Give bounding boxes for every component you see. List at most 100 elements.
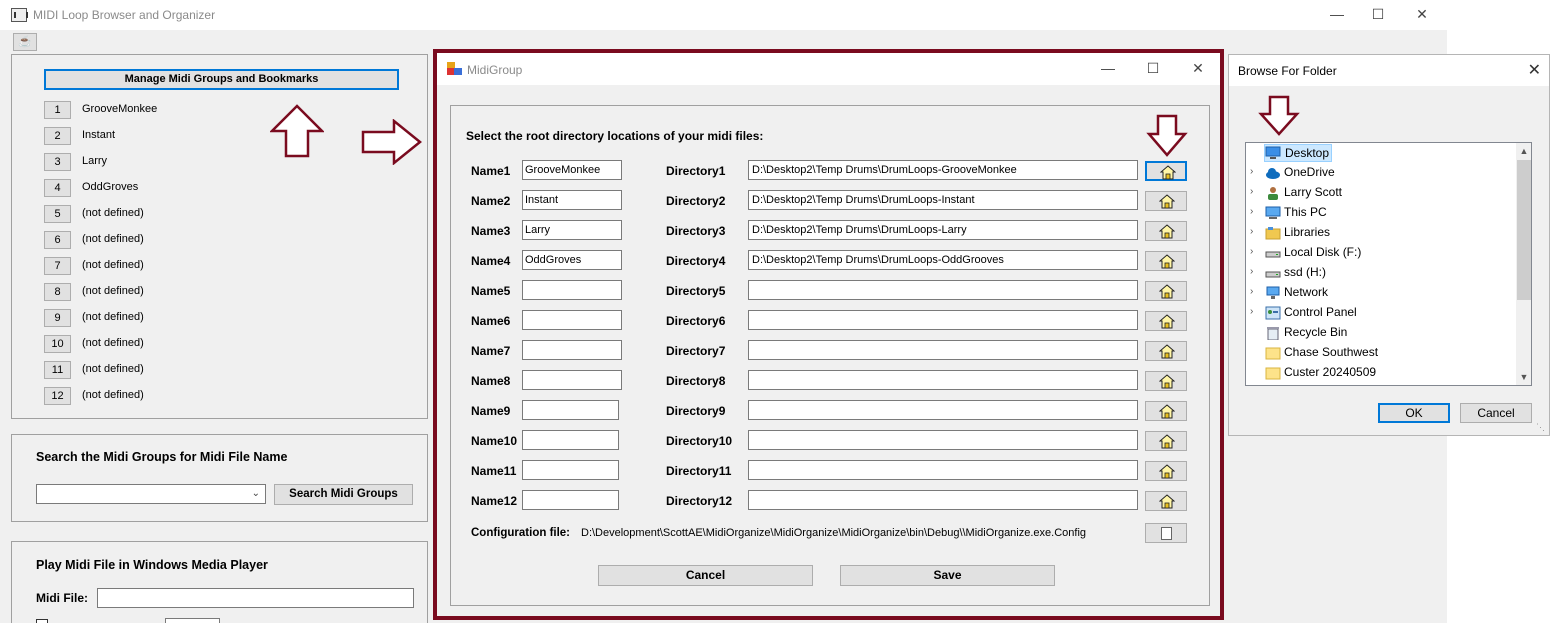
tree-item[interactable]: › Local Disk (F:)	[1246, 243, 1516, 263]
chevron-right-icon[interactable]: ›	[1250, 206, 1253, 217]
play-spinner[interactable]	[165, 618, 220, 623]
name-input[interactable]	[522, 400, 619, 420]
directory-input[interactable]	[748, 490, 1138, 510]
browse-folder-button[interactable]	[1145, 281, 1187, 301]
group-number-button[interactable]: 7	[44, 257, 71, 275]
name-input[interactable]	[522, 310, 622, 330]
name-input[interactable]	[522, 430, 619, 450]
manage-groups-button[interactable]: Manage Midi Groups and Bookmarks	[44, 69, 399, 90]
tree-item[interactable]: Chase Southwest	[1246, 343, 1516, 363]
name-input[interactable]: OddGroves	[522, 250, 622, 270]
browse-folder-button[interactable]	[1145, 161, 1187, 181]
folder-icon	[1265, 366, 1281, 380]
tree-item[interactable]: › Network	[1246, 283, 1516, 303]
group-number-button[interactable]: 12	[44, 387, 71, 405]
group-number-button[interactable]: 6	[44, 231, 71, 249]
dialog-close-button[interactable]: ✕	[1186, 58, 1210, 78]
browse-cancel-button[interactable]: Cancel	[1460, 403, 1532, 423]
name-input[interactable]	[522, 340, 622, 360]
group-number-button[interactable]: 2	[44, 127, 71, 145]
name-input[interactable]	[522, 460, 619, 480]
chevron-right-icon[interactable]: ›	[1250, 246, 1253, 257]
chevron-right-icon[interactable]: ›	[1250, 186, 1253, 197]
tree-item[interactable]: Desktop	[1246, 143, 1516, 163]
scroll-thumb[interactable]	[1517, 160, 1531, 300]
directory-input[interactable]	[748, 340, 1138, 360]
directory-label: Directory11	[666, 464, 732, 478]
search-groups-button[interactable]: Search Midi Groups	[274, 484, 413, 505]
tree-item[interactable]: Custer 20240509	[1246, 363, 1516, 383]
play-checkbox[interactable]	[36, 619, 48, 623]
browse-folder-button[interactable]	[1145, 341, 1187, 361]
name-input[interactable]	[522, 370, 622, 390]
directory-input[interactable]	[748, 310, 1138, 330]
name-label: Name4	[471, 254, 511, 268]
tree-item[interactable]: › Control Panel	[1246, 303, 1516, 323]
midi-file-input[interactable]	[97, 588, 414, 608]
browse-folder-button[interactable]	[1145, 221, 1187, 241]
browse-folder-button[interactable]	[1145, 251, 1187, 271]
directory-input[interactable]	[748, 400, 1138, 420]
name-input[interactable]	[522, 490, 619, 510]
folder-icon	[1265, 346, 1281, 360]
folder-tree[interactable]: Desktop › OneDrive › Larry Scott › This PC › Lib…	[1245, 142, 1532, 386]
directory-input[interactable]: D:\Desktop2\Temp Drums\DrumLoops-Instant	[748, 190, 1138, 210]
group-number-button[interactable]: 9	[44, 309, 71, 327]
browse-folder-button[interactable]	[1145, 191, 1187, 211]
group-number-button[interactable]: 5	[44, 205, 71, 223]
browse-folder-button[interactable]	[1145, 311, 1187, 331]
group-number-button[interactable]: 11	[44, 361, 71, 379]
name-input[interactable]: Instant	[522, 190, 622, 210]
directory-input[interactable]	[748, 430, 1138, 450]
close-button[interactable]: ✕	[1410, 4, 1434, 24]
tree-item[interactable]: › OneDrive	[1246, 163, 1516, 183]
chevron-right-icon[interactable]: ›	[1250, 286, 1253, 297]
minimize-button[interactable]: —	[1325, 4, 1349, 24]
name-input[interactable]	[522, 280, 622, 300]
tree-item[interactable]: › Larry Scott	[1246, 183, 1516, 203]
tree-item[interactable]: Recycle Bin	[1246, 323, 1516, 343]
maximize-button[interactable]: ☐	[1366, 4, 1390, 24]
scroll-down-icon[interactable]: ▼	[1516, 369, 1531, 385]
scroll-up-icon[interactable]: ▲	[1516, 143, 1531, 159]
group-number-button[interactable]: 4	[44, 179, 71, 197]
group-number-button[interactable]: 1	[44, 101, 71, 119]
config-open-button[interactable]	[1145, 523, 1187, 543]
save-button[interactable]: Save	[840, 565, 1055, 586]
home-icon	[1158, 194, 1176, 209]
dialog-maximize-button[interactable]: ☐	[1141, 58, 1165, 78]
directory-input[interactable]: D:\Desktop2\Temp Drums\DrumLoops-Larry	[748, 220, 1138, 240]
browse-folder-button[interactable]	[1145, 371, 1187, 391]
directory-input[interactable]: D:\Desktop2\Temp Drums\DrumLoops-OddGroo…	[748, 250, 1138, 270]
dialog-minimize-button[interactable]: —	[1096, 58, 1120, 78]
browse-folder-button[interactable]	[1145, 491, 1187, 511]
group-number-button[interactable]: 10	[44, 335, 71, 353]
search-combo[interactable]: ⌄	[36, 484, 266, 504]
directory-input[interactable]: D:\Desktop2\Temp Drums\DrumLoops-GrooveM…	[748, 160, 1138, 180]
chevron-down-icon: ⌄	[251, 488, 260, 499]
resize-grip-icon[interactable]: ⋱	[1536, 422, 1545, 433]
name-input[interactable]: Larry	[522, 220, 622, 240]
chevron-right-icon[interactable]: ›	[1250, 266, 1253, 277]
tree-item[interactable]: › Libraries	[1246, 223, 1516, 243]
tree-scrollbar[interactable]: ▲ ▼	[1516, 143, 1531, 385]
ok-button[interactable]: OK	[1378, 403, 1450, 423]
group-number-button[interactable]: 8	[44, 283, 71, 301]
chevron-right-icon[interactable]: ›	[1250, 166, 1253, 177]
toolbar-cup-button[interactable]: ☕	[13, 33, 37, 51]
browse-folder-button[interactable]	[1145, 431, 1187, 451]
name-input[interactable]: GrooveMonkee	[522, 160, 622, 180]
directory-input[interactable]	[748, 370, 1138, 390]
group-number-button[interactable]: 3	[44, 153, 71, 171]
directory-label: Directory3	[666, 224, 726, 238]
browse-folder-button[interactable]	[1145, 461, 1187, 481]
cancel-button[interactable]: Cancel	[598, 565, 813, 586]
chevron-right-icon[interactable]: ›	[1250, 226, 1253, 237]
browse-folder-button[interactable]	[1145, 401, 1187, 421]
directory-input[interactable]	[748, 280, 1138, 300]
chevron-right-icon[interactable]: ›	[1250, 306, 1253, 317]
directory-input[interactable]	[748, 460, 1138, 480]
tree-item[interactable]: › ssd (H:)	[1246, 263, 1516, 283]
tree-item[interactable]: › This PC	[1246, 203, 1516, 223]
browse-folder-close-button[interactable]: ✕	[1528, 60, 1541, 80]
